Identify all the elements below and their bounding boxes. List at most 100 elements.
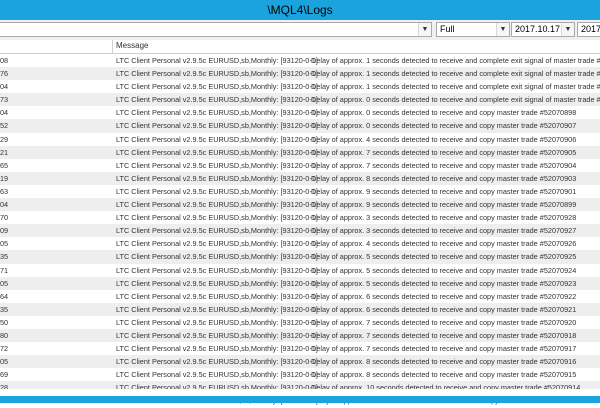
row-time-cell: 19: [0, 173, 9, 183]
table-row[interactable]: 05 LTC Client Personal v2.9.5c EURUSD,sb,…: [0, 276, 600, 290]
calendar-dropdown-icon[interactable]: ▼: [561, 23, 574, 36]
row-message-cell: Delay of approx. 0 seconds detected to r…: [311, 121, 577, 131]
table-row[interactable]: 50 LTC Client Personal v2.9.5c EURUSD,sb,…: [0, 316, 600, 329]
row-source-cell: LTC Client Personal v2.9.5c EURUSD,sb,Mo…: [116, 226, 318, 236]
row-source-cell: LTC Client Personal v2.9.5c EURUSD,sb,Mo…: [116, 357, 318, 367]
table-row[interactable]: 35 LTC Client Personal v2.9.5c EURUSD,sb,…: [0, 302, 600, 316]
row-message-cell: Delay of approx. 5 seconds detected to r…: [311, 265, 577, 275]
table-row[interactable]: 76 LTC Client Personal v2.9.5c EURUSD,sb,…: [0, 67, 600, 81]
table-row[interactable]: 04 LTC Client Personal v2.9.5c EURUSD,sb,…: [0, 198, 600, 212]
chevron-down-icon[interactable]: ▼: [496, 23, 509, 36]
date-from-picker[interactable]: 2017.10.17 00:00 ▼: [511, 22, 575, 37]
row-source-cell: LTC Client Personal v2.9.5c EURUSD,sb,Mo…: [116, 160, 318, 170]
row-message-cell: Delay of approx. 3 seconds detected to r…: [311, 213, 577, 223]
column-separator[interactable]: [112, 40, 113, 53]
row-message-cell: Delay of approx. 6 seconds detected to r…: [311, 304, 577, 314]
row-source-cell: LTC Client Personal v2.9.5c EURUSD,sb,Mo…: [116, 330, 318, 340]
table-row[interactable]: 29 LTC Client Personal v2.9.5c EURUSD,sb,…: [0, 133, 600, 146]
log-level-select[interactable]: Full ▼: [436, 22, 510, 37]
table-row[interactable]: 80 LTC Client Personal v2.9.5c EURUSD,sb,…: [0, 328, 600, 343]
table-row[interactable]: 04 LTC Client Personal v2.9.5c EURUSD,sb,…: [0, 106, 600, 119]
row-source-cell: LTC Client Personal v2.9.5c EURUSD,sb,Mo…: [116, 213, 318, 223]
row-source-cell: LTC Client Personal v2.9.5c EURUSD,sb,Mo…: [116, 200, 318, 210]
table-row[interactable]: 70 LTC Client Personal v2.9.5c EURUSD,sb,…: [0, 211, 600, 224]
table-row[interactable]: 21 LTC Client Personal v2.9.5c EURUSD,sb,…: [0, 145, 600, 159]
row-source-cell: LTC Client Personal v2.9.5c EURUSD,sb,Mo…: [116, 317, 318, 327]
row-message-cell: Delay of approx. 5 seconds detected to r…: [311, 278, 577, 288]
table-row[interactable]: 52 LTC Client Personal v2.9.5c EURUSD,sb,…: [0, 119, 600, 133]
date-to-picker[interactable]: 2017.: [577, 22, 600, 37]
row-source-cell: LTC Client Personal v2.9.5c EURUSD,sb,Mo…: [116, 344, 318, 354]
row-message-cell: Delay of approx. 4 seconds detected to r…: [311, 134, 577, 144]
row-message-cell: Delay of approx. 7 seconds detected to r…: [311, 344, 577, 354]
log-level-value: Full: [440, 24, 455, 34]
chevron-down-icon[interactable]: ▼: [418, 23, 431, 36]
row-source-cell: LTC Client Personal v2.9.5c EURUSD,sb,Mo…: [116, 121, 318, 131]
row-message-cell: Delay of approx. 7 seconds detected to r…: [311, 160, 577, 170]
row-message-cell: Delay of approx. 8 seconds detected to r…: [311, 370, 577, 380]
table-row[interactable]: 05 LTC Client Personal v2.9.5c EURUSD,sb,…: [0, 237, 600, 250]
row-source-cell: LTC Client Personal v2.9.5c EURUSD,sb,Mo…: [116, 108, 318, 118]
row-time-cell: 09: [0, 226, 9, 236]
row-message-cell: Delay of approx. 7 seconds detected to r…: [311, 330, 577, 340]
row-source-cell: LTC Client Personal v2.9.5c EURUSD,sb,Mo…: [116, 69, 318, 79]
row-message-cell: Delay of approx. 3 seconds detected to r…: [311, 226, 577, 236]
row-time-cell: 69: [0, 370, 9, 380]
row-source-cell: LTC Client Personal v2.9.5c EURUSD,sb,Mo…: [116, 265, 318, 275]
row-source-cell: LTC Client Personal v2.9.5c EURUSD,sb,Mo…: [116, 291, 318, 301]
row-message-cell: Delay of approx. 0 seconds detected to r…: [311, 95, 600, 105]
row-source-cell: LTC Client Personal v2.9.5c EURUSD,sb,Mo…: [116, 252, 318, 262]
row-time-cell: 71: [0, 265, 9, 275]
table-row[interactable]: 19 LTC Client Personal v2.9.5c EURUSD,sb,…: [0, 171, 600, 185]
table-row[interactable]: 05 LTC Client Personal v2.9.5c EURUSD,sb,…: [0, 355, 600, 369]
row-time-cell: 52: [0, 121, 9, 131]
row-source-cell: LTC Client Personal v2.9.5c EURUSD,sb,Mo…: [116, 278, 318, 288]
row-source-cell: LTC Client Personal v2.9.5c EURUSD,sb,Mo…: [116, 56, 318, 65]
window-title: \MQL4\Logs: [267, 3, 333, 17]
row-time-cell: 64: [0, 291, 9, 301]
row-source-cell: LTC Client Personal v2.9.5c EURUSD,sb,Mo…: [116, 186, 318, 196]
table-row[interactable]: 08 LTC Client Personal v2.9.5c EURUSD,sb,…: [0, 54, 600, 67]
table-row[interactable]: 73 LTC Client Personal v2.9.5c EURUSD,sb,…: [0, 93, 600, 107]
row-message-cell: Delay of approx. 9 seconds detected to r…: [311, 200, 577, 210]
row-time-cell: 04: [0, 200, 9, 210]
row-source-cell: LTC Client Personal v2.9.5c EURUSD,sb,Mo…: [116, 95, 318, 105]
bottom-frame: [0, 396, 600, 403]
row-source-cell: LTC Client Personal v2.9.5c EURUSD,sb,Mo…: [116, 134, 318, 144]
table-row[interactable]: 69 LTC Client Personal v2.9.5c EURUSD,sb,…: [0, 368, 600, 381]
window-title-bar: \MQL4\Logs: [0, 0, 600, 20]
row-time-cell: 29: [0, 134, 9, 144]
row-message-cell: Delay of approx. 1 seconds detected to r…: [311, 69, 600, 79]
table-row[interactable]: 63 LTC Client Personal v2.9.5c EURUSD,sb,…: [0, 185, 600, 198]
row-time-cell: 35: [0, 304, 9, 314]
row-message-cell: Delay of approx. 4 seconds detected to r…: [311, 239, 577, 249]
table-row[interactable]: 64 LTC Client Personal v2.9.5c EURUSD,sb,…: [0, 290, 600, 303]
row-message-cell: Delay of approx. 5 seconds detected to r…: [311, 252, 577, 262]
row-source-cell: LTC Client Personal v2.9.5c EURUSD,sb,Mo…: [116, 82, 318, 92]
table-row[interactable]: 65 LTC Client Personal v2.9.5c EURUSD,sb,…: [0, 159, 600, 172]
row-message-cell: Delay of approx. 7 seconds detected to r…: [311, 317, 577, 327]
row-time-cell: 80: [0, 330, 9, 340]
column-header-message[interactable]: Message: [116, 41, 148, 50]
row-time-cell: 70: [0, 213, 9, 223]
table-row[interactable]: 71 LTC Client Personal v2.9.5c EURUSD,sb,…: [0, 264, 600, 277]
row-time-cell: 08: [0, 56, 9, 65]
row-message-cell: Delay of approx. 1 seconds detected to r…: [311, 82, 600, 92]
row-source-cell: LTC Client Personal v2.9.5c EURUSD,sb,Mo…: [116, 370, 318, 380]
table-row[interactable]: 72 LTC Client Personal v2.9.5c EURUSD,sb,…: [0, 342, 600, 355]
row-time-cell: 50: [0, 317, 9, 327]
row-message-cell: Delay of approx. 0 seconds detected to r…: [311, 108, 577, 118]
table-row[interactable]: 09 LTC Client Personal v2.9.5c EURUSD,sb,…: [0, 224, 600, 238]
row-message-cell: Delay of approx. 8 seconds detected to r…: [311, 357, 577, 367]
row-time-cell: 35: [0, 252, 9, 262]
row-time-cell: 63: [0, 186, 9, 196]
row-time-cell: 05: [0, 357, 9, 367]
status-area: [0, 389, 600, 396]
row-source-cell: LTC Client Personal v2.9.5c EURUSD,sb,Mo…: [116, 239, 318, 249]
table-row[interactable]: 04 LTC Client Personal v2.9.5c EURUSD,sb,…: [0, 80, 600, 93]
filter-combo[interactable]: ▼: [0, 22, 432, 37]
table-row[interactable]: 35 LTC Client Personal v2.9.5c EURUSD,sb,…: [0, 250, 600, 264]
log-table-body[interactable]: 08 LTC Client Personal v2.9.5c EURUSD,sb,…: [0, 54, 600, 408]
row-source-cell: LTC Client Personal v2.9.5c EURUSD,sb,Mo…: [116, 147, 318, 157]
row-source-cell: LTC Client Personal v2.9.5c EURUSD,sb,Mo…: [116, 304, 318, 314]
